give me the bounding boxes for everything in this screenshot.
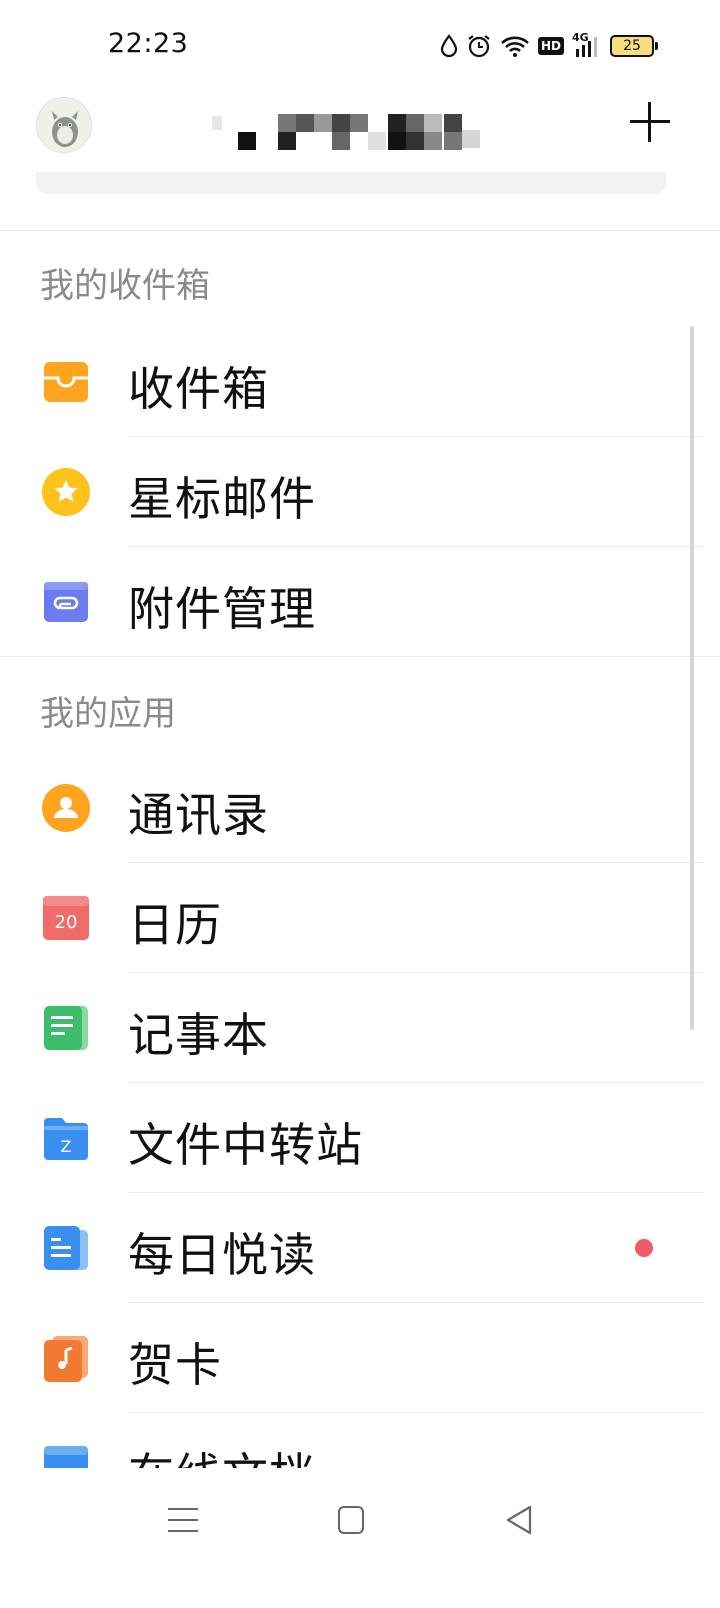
status-bar: 22:23 HD 4G 25 bbox=[0, 0, 720, 90]
menu-item-label: 星标邮件 bbox=[128, 472, 316, 526]
menu-item-daily-reading[interactable]: 每日悦读 bbox=[0, 1193, 704, 1303]
greeting-card-icon bbox=[44, 1336, 88, 1382]
avatar[interactable] bbox=[36, 97, 92, 153]
attachment-icon bbox=[44, 582, 88, 622]
divider bbox=[0, 230, 720, 231]
wifi-icon bbox=[501, 36, 529, 57]
navigation-bar bbox=[0, 1470, 720, 1608]
section-title-inbox: 我的收件箱 bbox=[40, 266, 210, 306]
menu-item-notepad[interactable]: 记事本 bbox=[0, 973, 704, 1083]
menu-icon[interactable] bbox=[168, 1506, 200, 1536]
file-transfer-letter: Z bbox=[61, 1137, 72, 1156]
drop-icon bbox=[440, 34, 458, 58]
menu-item-label: 收件箱 bbox=[128, 362, 269, 416]
alarm-icon bbox=[468, 35, 490, 58]
scrollbar[interactable] bbox=[690, 326, 694, 1030]
daily-reading-icon bbox=[44, 1226, 88, 1270]
status-icons: HD 4G 25 bbox=[440, 30, 658, 62]
menu-item-starred[interactable]: 星标邮件 bbox=[0, 437, 704, 547]
unread-dot bbox=[635, 1239, 653, 1257]
account-name-redacted bbox=[208, 110, 508, 150]
menu-item-label: 文件中转站 bbox=[128, 1118, 363, 1172]
calendar-icon: 20 bbox=[43, 896, 89, 940]
back-icon[interactable] bbox=[504, 1504, 534, 1536]
home-icon[interactable] bbox=[338, 1506, 364, 1534]
signal-icon bbox=[576, 37, 597, 57]
calendar-date: 20 bbox=[55, 912, 78, 933]
search-bar-partial[interactable] bbox=[36, 172, 666, 194]
status-time: 22:23 bbox=[108, 28, 189, 59]
menu-item-label: 贺卡 bbox=[128, 1338, 222, 1392]
inbox-menu-list: 收件箱 星标邮件 附件管理 bbox=[0, 327, 704, 657]
inbox-icon bbox=[44, 362, 88, 402]
menu-item-label: 日历 bbox=[128, 898, 222, 952]
menu-item-contacts[interactable]: 通讯录 bbox=[0, 753, 704, 863]
menu-item-file-transfer[interactable]: Z 文件中转站 bbox=[0, 1083, 704, 1193]
menu-item-label: 通讯录 bbox=[128, 788, 269, 842]
divider bbox=[0, 656, 720, 657]
hd-badge: HD bbox=[537, 37, 564, 55]
menu-item-inbox[interactable]: 收件箱 bbox=[0, 327, 704, 437]
apps-menu-list: 通讯录 20 日历 记事本 Z 文件中转站 每日悦读 贺卡 bbox=[0, 753, 704, 1523]
menu-item-calendar[interactable]: 20 日历 bbox=[0, 863, 704, 973]
contacts-icon bbox=[42, 784, 90, 832]
menu-item-label: 每日悦读 bbox=[128, 1228, 316, 1282]
star-icon bbox=[42, 468, 90, 516]
menu-item-greeting-card[interactable]: 贺卡 bbox=[0, 1303, 704, 1413]
header bbox=[0, 90, 720, 180]
file-transfer-icon: Z bbox=[44, 1118, 88, 1160]
add-button[interactable] bbox=[628, 100, 672, 144]
avatar-icon bbox=[52, 111, 78, 147]
notepad-icon bbox=[44, 1006, 88, 1050]
section-title-apps: 我的应用 bbox=[40, 694, 176, 734]
menu-item-label: 记事本 bbox=[128, 1008, 269, 1062]
menu-item-label: 附件管理 bbox=[128, 582, 316, 636]
battery-indicator: 25 bbox=[610, 35, 658, 57]
signal-indicator: 4G bbox=[572, 31, 602, 59]
menu-item-attachments[interactable]: 附件管理 bbox=[0, 547, 704, 657]
